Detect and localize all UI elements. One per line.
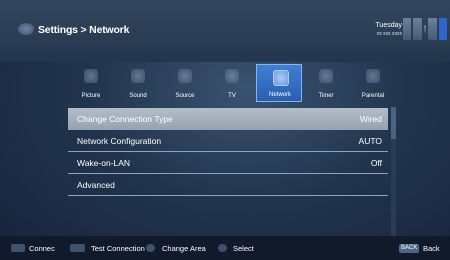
connect-hint: Connec (29, 244, 55, 253)
tab-label: Network (268, 92, 291, 98)
network-settings-list: Change Connection Type Wired Network Con… (68, 108, 388, 196)
tab-label: TV (228, 93, 236, 99)
tab-label: Timer (318, 93, 334, 99)
setting-value: Wired (359, 114, 382, 124)
change-area-hint: Change Area (162, 244, 206, 253)
setting-network-configuration[interactable]: Network Configuration AUTO (68, 130, 388, 152)
tab-picture[interactable]: Picture (68, 64, 114, 102)
green-key-icon (70, 244, 85, 252)
setting-label: Network Configuration (77, 136, 162, 146)
clock-digit (403, 18, 412, 40)
tv-settings-screen: Settings > Network Tuesday xx xxx xxxx P… (0, 0, 450, 260)
ok-key-icon (218, 244, 227, 252)
tab-sound[interactable]: Sound (115, 64, 161, 102)
footer-hint-bar: Connec Test Connection Change Area Selec… (0, 236, 450, 260)
date-label: xx xxx xxxx (376, 31, 402, 37)
timer-icon (319, 69, 333, 83)
red-key-icon (11, 244, 25, 252)
clock-digit (428, 18, 437, 40)
back-hint: Back (423, 244, 440, 253)
network-icon (273, 70, 289, 86)
setting-change-connection-type[interactable]: Change Connection Type Wired (68, 108, 388, 130)
tab-network[interactable]: Network (256, 64, 302, 102)
tab-parental[interactable]: Parental (350, 64, 396, 102)
clock-digit (438, 18, 448, 40)
tab-label: Source (175, 93, 195, 99)
setting-value: Off (370, 158, 382, 168)
tab-source[interactable]: Source (162, 64, 208, 102)
source-icon (178, 69, 192, 83)
tab-label: Picture (81, 93, 101, 99)
tab-label: Parental (361, 93, 385, 99)
setting-wake-on-lan[interactable]: Wake-on-LAN Off (68, 152, 388, 174)
clock-digit (413, 18, 422, 40)
sound-icon (131, 69, 145, 83)
day-label: Tuesday (375, 22, 402, 29)
select-hint: Select (233, 244, 254, 253)
list-scrollbar[interactable] (391, 107, 396, 237)
clock-icon (403, 14, 448, 44)
setting-advanced[interactable]: Advanced (68, 174, 388, 196)
test-connection-hint: Test Connection (91, 244, 145, 253)
settings-tab-bar: Picture Sound Source TV Network Timer Pa… (68, 64, 397, 102)
setting-label: Advanced (77, 180, 115, 190)
clock-separator (423, 25, 427, 33)
scrollbar-thumb[interactable] (391, 107, 396, 139)
setting-label: Wake-on-LAN (77, 158, 131, 168)
back-key-icon: BACK (399, 244, 420, 253)
parental-icon (366, 69, 380, 83)
tv-icon (225, 69, 239, 83)
tab-label: Sound (129, 93, 147, 99)
setting-value: AUTO (358, 136, 382, 146)
header-bar: Settings > Network Tuesday xx xxx xxxx (0, 0, 450, 62)
settings-logo-icon (18, 23, 34, 35)
setting-label: Change Connection Type (77, 114, 173, 124)
dpad-icon (146, 244, 155, 252)
date-display: Tuesday xx xxx xxxx (356, 22, 402, 37)
tab-timer[interactable]: Timer (303, 64, 349, 102)
picture-icon (84, 69, 98, 83)
breadcrumb: Settings > Network (38, 24, 130, 36)
tab-tv[interactable]: TV (209, 64, 255, 102)
